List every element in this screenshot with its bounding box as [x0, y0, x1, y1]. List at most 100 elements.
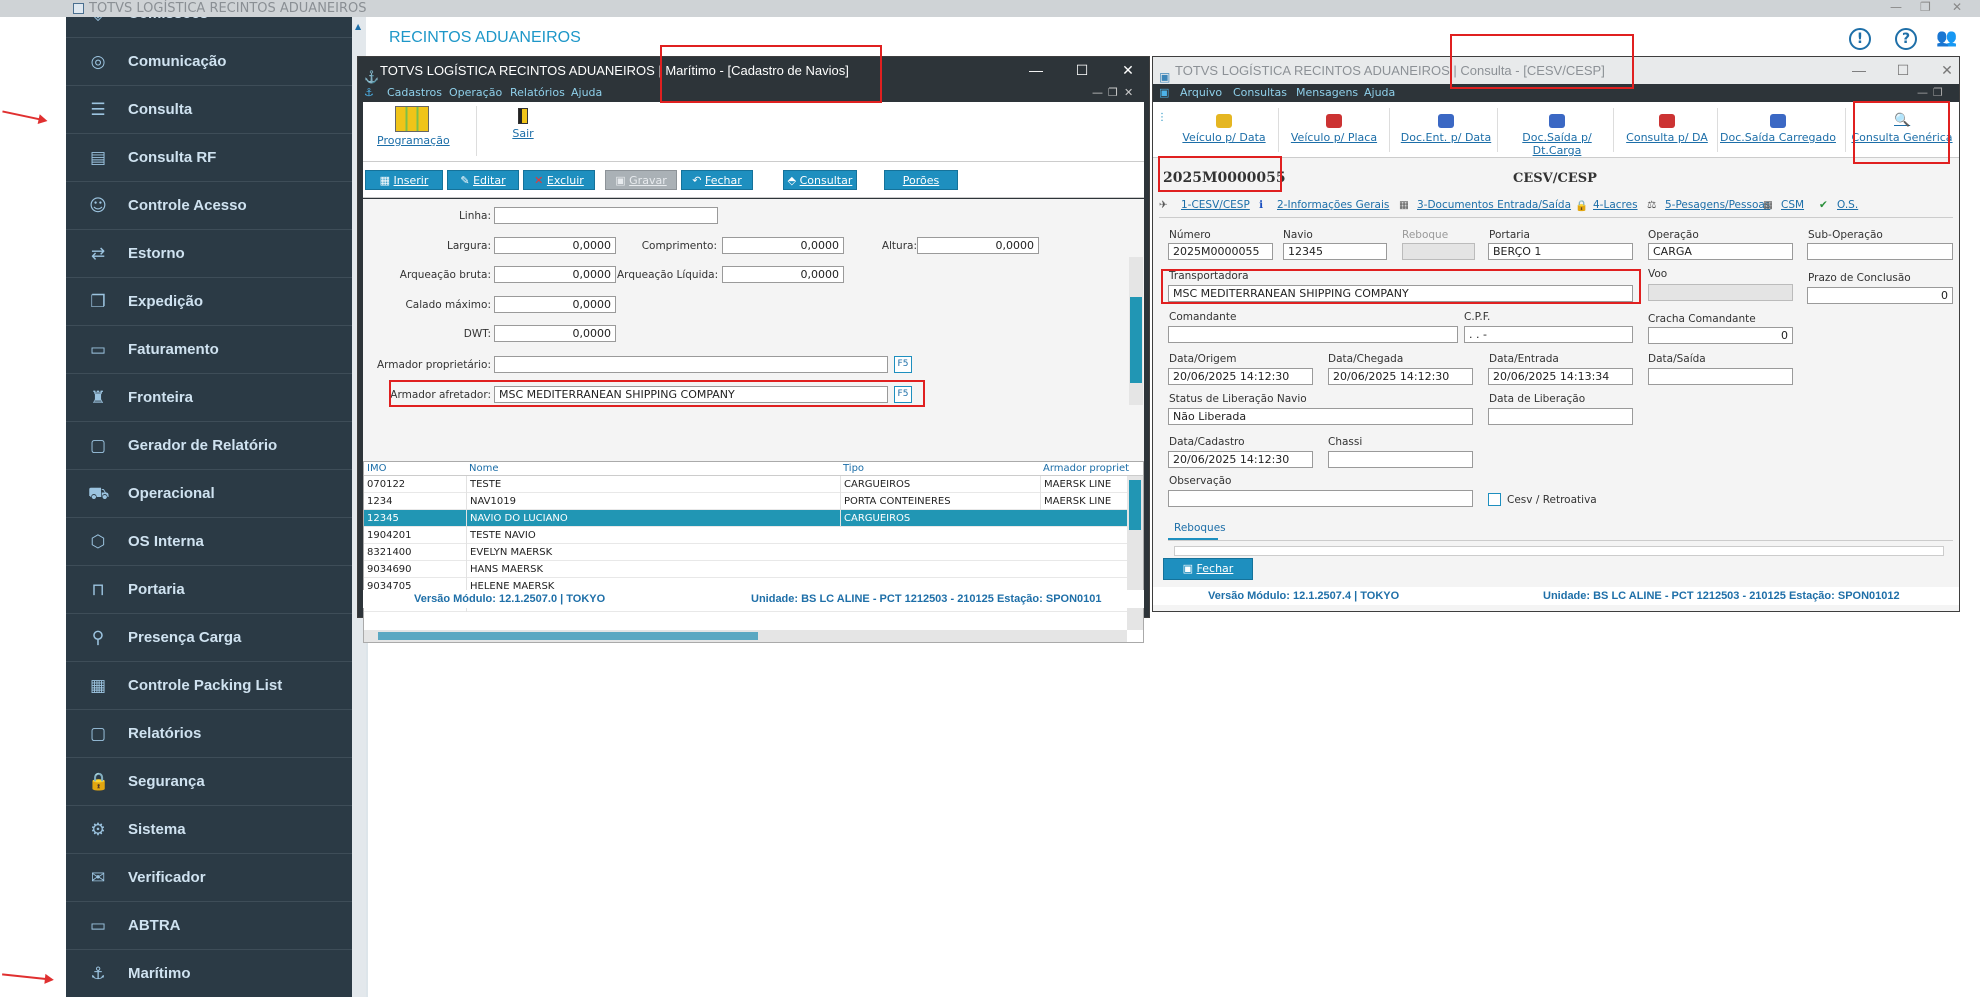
users-icon[interactable]: 👥 [1936, 28, 1957, 48]
reboque-field[interactable] [1402, 243, 1475, 260]
close-button[interactable]: ✕ [1952, 0, 1962, 14]
table-row[interactable]: 9034690 HANS MAERSK [364, 561, 1127, 578]
tab-csm[interactable]: CSM [1781, 199, 1804, 211]
menu-operacao[interactable]: Operação [449, 84, 502, 102]
programacao-button[interactable]: Programação [377, 106, 450, 147]
prazo-field[interactable]: 0 [1807, 287, 1953, 304]
sidebar-item-11[interactable]: ⬡ OS Interna [66, 518, 352, 566]
editar-button[interactable]: ✎ Editar [447, 170, 519, 190]
tab-pesagens[interactable]: 5-Pesagens/Pessoas [1665, 199, 1770, 211]
observacao-field[interactable] [1168, 490, 1473, 507]
navio-field[interactable]: 12345 [1283, 243, 1387, 260]
fechar-button[interactable]: ↶ Fechar [681, 170, 753, 190]
win2-minimize-button[interactable]: — [1849, 57, 1869, 84]
sidebar-item-15[interactable]: ▢ Relatórios [66, 710, 352, 758]
win2-maximize-button[interactable]: ☐ [1893, 57, 1913, 84]
largura-field[interactable]: 0,0000 [494, 237, 616, 254]
sidebar-item-14[interactable]: ▦ Controle Packing List [66, 662, 352, 710]
sidebar-item-4[interactable]: ☺ Controle Acesso [66, 182, 352, 230]
sidebar-item-10[interactable]: ⛟ Operacional [66, 470, 352, 518]
cpf-field[interactable]: . . - [1464, 326, 1633, 343]
sidebar-item-19[interactable]: ▭ ABTRA [66, 902, 352, 950]
doc-saida-carregado-button[interactable]: Doc.Saída Carregado [1719, 114, 1837, 144]
data-saida-field[interactable] [1648, 368, 1793, 385]
doc-saida-dtcarga-button[interactable]: Doc.Saída p/ Dt.Carga [1499, 114, 1615, 157]
grid-hscroll-thumb[interactable] [378, 632, 758, 640]
armador-prop-field[interactable] [494, 356, 888, 373]
calado-field[interactable]: 0,0000 [494, 296, 616, 313]
status-lib-field[interactable]: Não Liberada [1168, 408, 1473, 425]
sidebar-item-12[interactable]: ⊓ Portaria [66, 566, 352, 614]
sidebar-item-8[interactable]: ♜ Fronteira [66, 374, 352, 422]
sidebar-item-16[interactable]: 🔒 Segurança [66, 758, 352, 806]
win1-mdi-min[interactable]: — [1092, 84, 1103, 102]
retroativa-checkbox[interactable] [1488, 493, 1501, 506]
menu-consultas[interactable]: Consultas [1233, 84, 1287, 102]
win2-mdi-min[interactable]: — [1917, 84, 1928, 102]
win1-maximize-button[interactable]: ☐ [1072, 57, 1092, 84]
menu-relatorios[interactable]: Relatórios [510, 84, 565, 102]
menu-arquivo[interactable]: Arquivo [1180, 84, 1222, 102]
win1-minimize-button[interactable]: — [1026, 57, 1046, 84]
sidebar-item-18[interactable]: ✉ Verificador [66, 854, 352, 902]
scroll-up-icon[interactable]: ▲ [355, 22, 361, 31]
sidebar-item-2[interactable]: ☰ Consulta [66, 86, 352, 134]
help-icon[interactable]: ? [1895, 28, 1917, 50]
portaria-field[interactable]: BERÇO 1 [1488, 243, 1633, 260]
comandante-field[interactable] [1168, 326, 1458, 343]
table-row[interactable]: 8321400 EVELYN MAERSK [364, 544, 1127, 561]
win1-mdi-close[interactable]: ✕ [1124, 84, 1133, 102]
fechar-consulta-button[interactable]: ▣ Fechar [1163, 558, 1253, 580]
win1-close-button[interactable]: ✕ [1118, 57, 1138, 84]
menu-mensagens[interactable]: Mensagens [1296, 84, 1358, 102]
sidebar-item-3[interactable]: ▤ Consulta RF [66, 134, 352, 182]
gravar-button[interactable]: ▣ Gravar [605, 170, 677, 190]
chassi-field[interactable] [1328, 451, 1473, 468]
col-tipo[interactable]: Tipo [840, 462, 990, 476]
win2-mdi-restore[interactable]: ❐ [1933, 84, 1943, 102]
inserir-button[interactable]: ▦ Inserir [365, 170, 443, 190]
win1-mdi-restore[interactable]: ❐ [1108, 84, 1118, 102]
form-scrollbar-thumb[interactable] [1130, 297, 1142, 383]
info-icon[interactable]: ! [1849, 28, 1871, 50]
consulta-da-button[interactable]: Consulta p/ DA [1615, 114, 1719, 144]
sidebar-item-7[interactable]: ▭ Faturamento [66, 326, 352, 374]
dwt-field[interactable]: 0,0000 [494, 325, 616, 342]
table-row[interactable]: 12345 NAVIO DO LUCIANO CARGUEIROS [364, 510, 1127, 527]
sidebar-item-5[interactable]: ⇄ Estorno [66, 230, 352, 278]
cracha-field[interactable]: 0 [1648, 327, 1793, 344]
numero-field[interactable]: 2025M0000055 [1168, 243, 1273, 260]
data-cadastro-field[interactable]: 20/06/2025 14:12:30 [1168, 451, 1313, 468]
form-scrollbar[interactable] [1129, 257, 1143, 405]
col-nome[interactable]: Nome [466, 462, 726, 476]
operacao-field[interactable]: CARGA [1648, 243, 1793, 260]
sidebar-item-1[interactable]: ◎ Comunicação [66, 38, 352, 86]
grid-vscroll-thumb[interactable] [1129, 480, 1141, 530]
sidebar-item-0[interactable]: ◈ Comissões [66, 17, 352, 38]
menu-cadastros[interactable]: Cadastros [387, 84, 442, 102]
poroes-button[interactable]: Porões [884, 170, 958, 190]
sub-operacao-field[interactable] [1807, 243, 1953, 260]
arq-liquida-field[interactable]: 0,0000 [722, 266, 844, 283]
data-entrada-field[interactable]: 20/06/2025 14:13:34 [1488, 368, 1633, 385]
sidebar-item-20[interactable]: ⚓ Marítimo [66, 950, 352, 997]
linha-field[interactable] [494, 207, 718, 224]
minimize-button[interactable]: — [1890, 0, 1902, 14]
voo-field[interactable] [1648, 284, 1793, 301]
tab-documentos[interactable]: 3-Documentos Entrada/Saída [1417, 199, 1571, 211]
sidebar-item-17[interactable]: ⚙ Sistema [66, 806, 352, 854]
table-row[interactable]: 1904201 TESTE NAVIO [364, 527, 1127, 544]
data-chegada-field[interactable]: 20/06/2025 14:12:30 [1328, 368, 1473, 385]
sair-button[interactable]: Sair [503, 108, 543, 140]
restore-button[interactable]: ❐ [1920, 0, 1931, 14]
armador-prop-f5-button[interactable]: F5 [894, 356, 912, 373]
tab-lacres[interactable]: 4-Lacres [1593, 199, 1638, 211]
col-armador[interactable]: Armador propriet [1040, 462, 1140, 476]
excluir-button[interactable]: ✕ Excluir [523, 170, 595, 190]
col-imo[interactable]: IMO [364, 462, 474, 476]
consultar-button[interactable]: ⬘ Consultar [783, 170, 857, 190]
sidebar-item-6[interactable]: ❐ Expedição [66, 278, 352, 326]
doc-ent-data-button[interactable]: Doc.Ent. p/ Data [1393, 114, 1499, 144]
comprimento-field[interactable]: 0,0000 [722, 237, 844, 254]
arq-bruta-field[interactable]: 0,0000 [494, 266, 616, 283]
